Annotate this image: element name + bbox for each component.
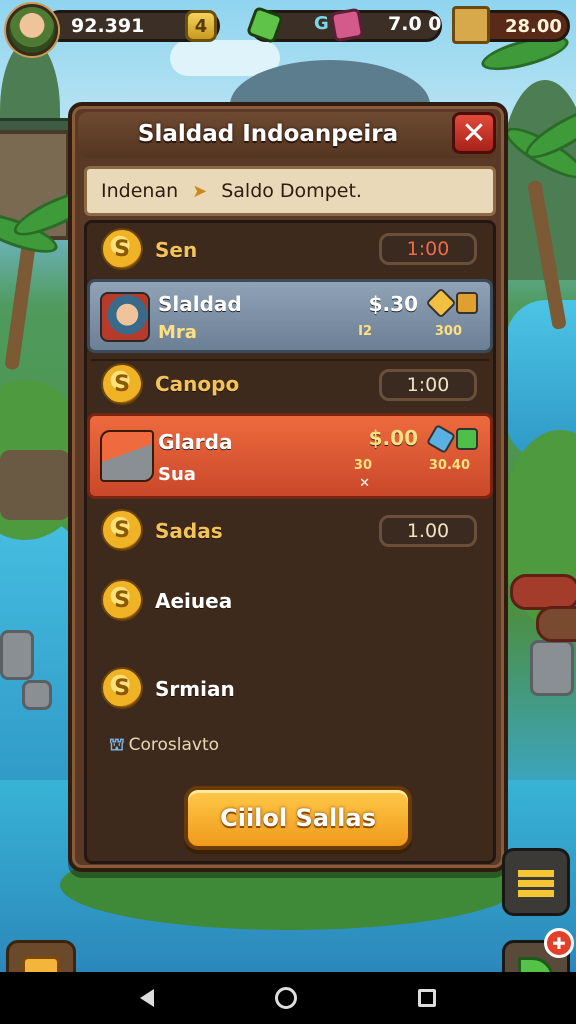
cliff (0, 450, 70, 520)
card-title: Slaldad (158, 292, 242, 316)
list-item[interactable]: S Canopo 1:00 (87, 357, 493, 413)
star-icon (425, 287, 457, 319)
tools-icon[interactable]: ✚ (544, 928, 574, 958)
recent-apps-icon[interactable] (417, 989, 436, 1007)
footer-link[interactable]: ⛫ Coroslavto (109, 735, 219, 757)
row-value: 1:00 (379, 233, 477, 265)
coin-symbol: S (114, 517, 130, 543)
home-icon[interactable] (274, 987, 297, 1009)
coin-icon: S (101, 228, 143, 270)
list-item[interactable]: S Sen 1:00 (87, 223, 493, 279)
tower-icon: ⛫ (109, 735, 125, 755)
row-label: Srmian (155, 677, 235, 701)
coin-icon: S (101, 363, 143, 405)
row-label: Sen (155, 238, 198, 262)
gold-crate-icon (456, 292, 478, 314)
green-gem-icon (456, 428, 478, 450)
layers-icon (518, 864, 554, 900)
card-stat-left: I2 (358, 324, 372, 339)
card-price: $.30 (368, 292, 418, 316)
add-coins-button[interactable]: 4 (185, 10, 217, 42)
footer-link-label: Coroslavto (128, 735, 220, 755)
card-subtitle: Mra (158, 322, 197, 343)
wrench-icon (425, 423, 457, 455)
rock (22, 680, 52, 710)
breadcrumb-first[interactable]: Indenan (101, 180, 178, 202)
log (510, 574, 576, 610)
coin-symbol: S (114, 587, 130, 613)
character-card[interactable]: Slaldad Mra $.30 I2 300 (87, 279, 493, 353)
coins-counter: 92.391 4 (44, 10, 220, 42)
confirm-button[interactable]: Ciilol Sallas (184, 786, 412, 850)
pink-gem-icon (329, 7, 365, 43)
coins-plus-label: 4 (194, 15, 208, 37)
coins-value: 92.391 (71, 15, 145, 37)
rock (0, 630, 34, 680)
player-avatar[interactable] (6, 4, 58, 56)
card-price: $.00 (368, 426, 418, 450)
list-item[interactable]: S Srmian (87, 661, 493, 717)
row-value: 1:00 (379, 369, 477, 401)
panel-title: Slaldad Indoanpeira (137, 121, 399, 147)
panel-header: Slaldad Indoanpeira ✕ (78, 112, 498, 158)
confirm-button-label: Ciilol Sallas (220, 804, 376, 832)
coin-icon: S (101, 579, 143, 621)
row-label: Sadas (155, 519, 223, 543)
wallet-panel: Slaldad Indoanpeira ✕ Indenan ➤ Saldo Do… (68, 102, 508, 872)
row-label: Canopo (155, 372, 240, 396)
gem-letter: G (314, 13, 329, 34)
gold-value: 28.00 (505, 15, 562, 37)
chevron-right-icon: ➤ (192, 180, 208, 202)
balance-list: S Sen 1:00 Slaldad Mra $.30 I2 300 S Can… (84, 220, 496, 864)
card-stat-x: ✕ (359, 476, 370, 491)
coin-icon: S (101, 667, 143, 709)
character-portrait (100, 292, 150, 342)
coin-icon: S (101, 509, 143, 551)
card-stat-right: 30.40 (428, 458, 470, 473)
card-stat-right: 300 (434, 324, 462, 339)
top-hud: 92.391 4 G 7.0 0 28.00 (0, 0, 576, 56)
card-stat-left: 30 (353, 458, 372, 473)
card-subtitle: Sua (158, 464, 196, 485)
system-nav-buttons (80, 972, 496, 1024)
mountain (500, 80, 576, 280)
row-value: 1.00 (379, 515, 477, 547)
anvil-icon (100, 430, 154, 482)
coin-symbol: S (114, 236, 130, 262)
close-icon: ✕ (461, 115, 487, 151)
layers-button[interactable] (502, 848, 570, 916)
rock (530, 640, 574, 696)
row-label: Aeiuea (155, 589, 233, 613)
gems-value: 7.0 0 (388, 13, 442, 35)
list-item[interactable]: S Sadas 1.00 (87, 503, 493, 559)
back-icon[interactable] (140, 989, 155, 1007)
breadcrumb: Indenan ➤ Saldo Dompet. (84, 166, 496, 216)
coin-symbol: S (114, 371, 130, 397)
coin-symbol: S (114, 675, 130, 701)
breadcrumb-second: Saldo Dompet. (221, 180, 362, 202)
list-item[interactable]: S Aeiuea (87, 573, 493, 629)
card-title: Glarda (158, 430, 233, 454)
gold-crate-icon[interactable] (452, 6, 490, 44)
close-button[interactable]: ✕ (452, 112, 496, 154)
item-card[interactable]: Glarda Sua $.00 30 ✕ 30.40 (87, 413, 493, 499)
log (536, 606, 576, 642)
